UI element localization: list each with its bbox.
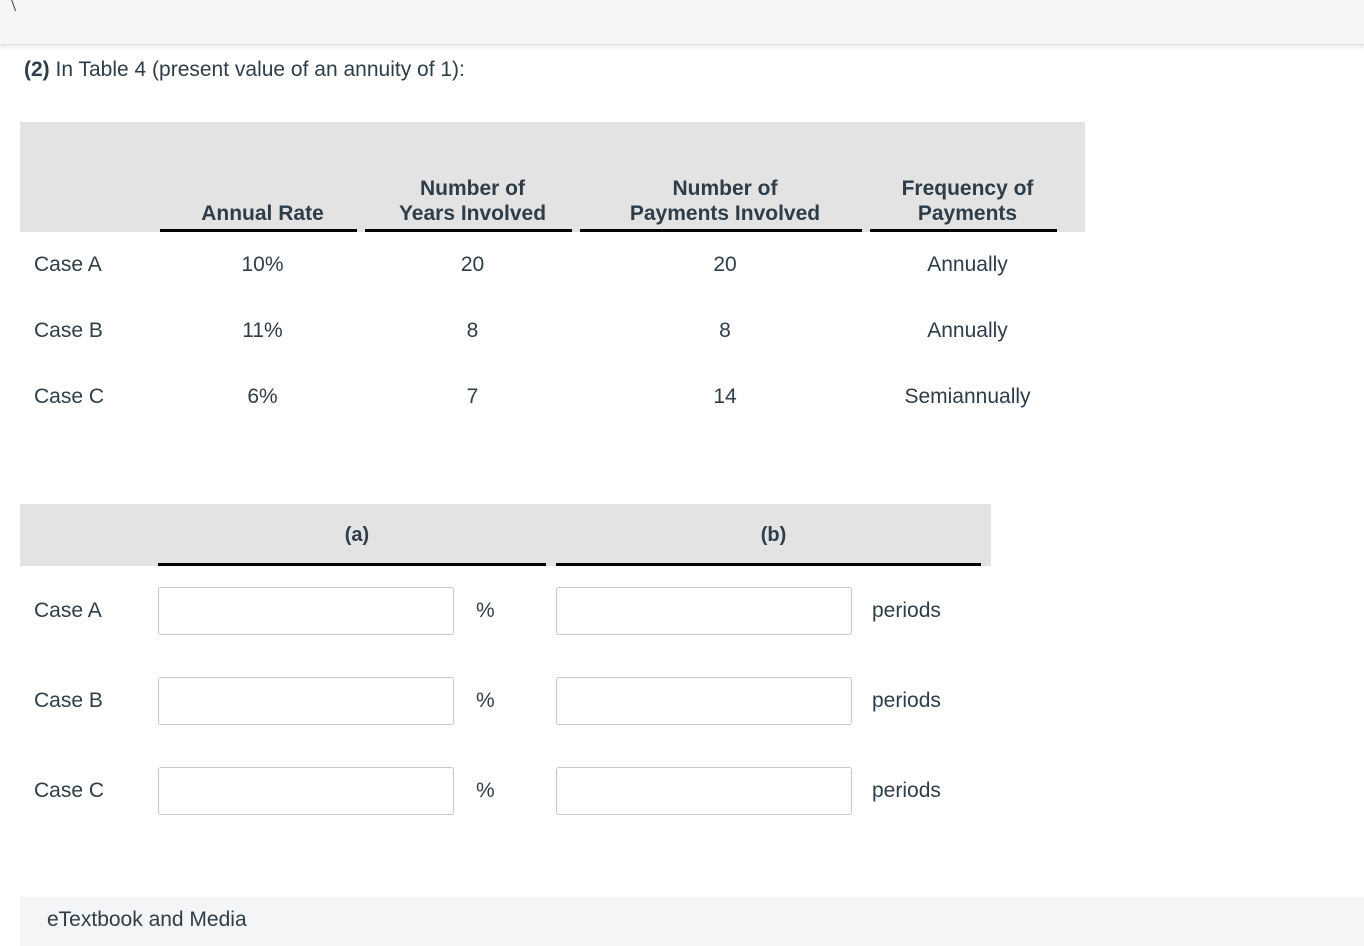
cell-frequency: Semiannually: [870, 385, 1065, 409]
header-years-involved: Number of Years Involved: [365, 122, 580, 232]
unit-periods: periods: [872, 689, 941, 713]
answer-group-a: %: [158, 677, 556, 725]
rate-input-case-c[interactable]: [158, 767, 454, 815]
unit-percent: %: [476, 779, 495, 803]
periods-input-case-a[interactable]: [556, 587, 852, 635]
header-payments-involved: Number of Payments Involved: [580, 122, 870, 232]
answer-row: Case C % periods: [20, 746, 991, 836]
unit-periods: periods: [872, 779, 941, 803]
header-payments-involved-line1: Number of: [673, 177, 778, 200]
answer-group-b: periods: [556, 767, 991, 815]
cell-frequency: Annually: [870, 253, 1065, 277]
table-row: Case B 11% 8 8 Annually: [20, 298, 1085, 364]
rate-input-case-a[interactable]: [158, 587, 454, 635]
answer-entry-table: (a) (b) Case A % periods Case B % period…: [20, 504, 991, 836]
rate-input-case-b[interactable]: [158, 677, 454, 725]
given-data-table: Annual Rate Number of Years Involved Num…: [20, 122, 1085, 430]
answer-header-col-a: (a): [158, 504, 556, 566]
row-label: Case C: [20, 385, 160, 409]
answer-group-a: %: [158, 767, 556, 815]
question-number: (2): [24, 58, 50, 81]
answer-group-b: periods: [556, 677, 991, 725]
table-row: Case A 10% 20 20 Annually: [20, 232, 1085, 298]
row-label: Case A: [20, 253, 160, 277]
etextbook-and-media-label: eTextbook and Media: [47, 908, 247, 932]
header-frequency-of-payments: Frequency of Payments: [870, 122, 1065, 232]
cell-annual-rate: 6%: [160, 385, 365, 409]
answer-row: Case B % periods: [20, 656, 991, 746]
cell-years: 8: [365, 319, 580, 343]
cell-payments: 8: [580, 319, 870, 343]
cell-annual-rate: 11%: [160, 319, 365, 343]
cell-frequency: Annually: [870, 319, 1065, 343]
answer-group-b: periods: [556, 587, 991, 635]
question-text: In Table 4 (present value of an annuity …: [50, 58, 465, 81]
periods-input-case-c[interactable]: [556, 767, 852, 815]
cell-years: 7: [365, 385, 580, 409]
cell-payments: 20: [580, 253, 870, 277]
unit-percent: %: [476, 689, 495, 713]
answer-header-col-a-label: (a): [345, 524, 369, 547]
answer-header-col-b-label: (b): [761, 524, 787, 547]
etextbook-and-media-panel[interactable]: eTextbook and Media: [20, 897, 1364, 946]
table-row: Case C 6% 7 14 Semiannually: [20, 364, 1085, 430]
answer-group-a: %: [158, 587, 556, 635]
cell-payments: 14: [580, 385, 870, 409]
question-prompt: (2) In Table 4 (present value of an annu…: [24, 55, 465, 85]
cursor-mark-icon: \: [10, 0, 24, 14]
header-frequency-line2: Payments: [918, 202, 1017, 225]
cell-years: 20: [365, 253, 580, 277]
header-blank: [20, 122, 160, 232]
answer-row-label: Case B: [20, 689, 158, 713]
cell-annual-rate: 10%: [160, 253, 365, 277]
row-label: Case B: [20, 319, 160, 343]
top-scrolled-bar: \: [0, 0, 1364, 45]
header-payments-involved-line2: Payments Involved: [630, 202, 820, 225]
header-annual-rate-label: Annual Rate: [201, 201, 324, 226]
header-years-involved-line2: Years Involved: [399, 202, 546, 225]
given-data-table-header-row: Annual Rate Number of Years Involved Num…: [20, 122, 1085, 232]
unit-periods: periods: [872, 599, 941, 623]
header-annual-rate: Annual Rate: [160, 122, 365, 232]
answer-header-col-b: (b): [556, 504, 991, 566]
answer-row-label: Case C: [20, 779, 158, 803]
answer-header-blank: [20, 504, 158, 566]
answer-row-label: Case A: [20, 599, 158, 623]
header-frequency-line1: Frequency of: [902, 177, 1034, 200]
answer-row: Case A % periods: [20, 566, 991, 656]
periods-input-case-b[interactable]: [556, 677, 852, 725]
unit-percent: %: [476, 599, 495, 623]
answer-table-header-row: (a) (b): [20, 504, 991, 566]
header-years-involved-line1: Number of: [420, 177, 525, 200]
